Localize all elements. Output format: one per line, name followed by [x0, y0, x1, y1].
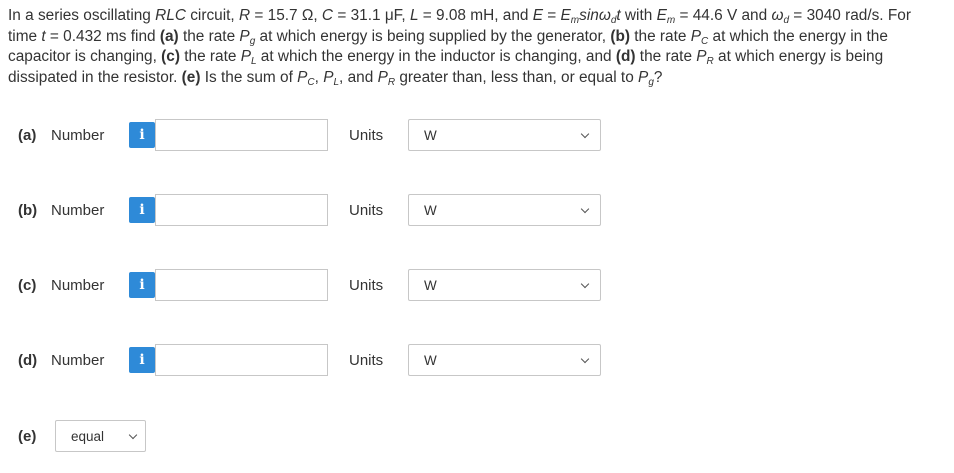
answer-input-a[interactable] [155, 119, 328, 151]
units-label: Units [349, 277, 384, 294]
units-select-a[interactable]: W [408, 119, 601, 151]
units-value: W [424, 353, 437, 368]
number-label: Number [51, 352, 105, 369]
units-label: Units [349, 202, 384, 219]
chevron-down-icon [580, 129, 590, 139]
info-icon[interactable]: i [129, 272, 155, 298]
part-label: (c) [18, 277, 37, 294]
number-label: Number [51, 127, 105, 144]
part-label: (d) [18, 352, 38, 369]
units-value: W [424, 203, 437, 218]
units-select-b[interactable]: W [408, 194, 601, 226]
units-value: W [424, 278, 437, 293]
answer-input-d[interactable] [155, 344, 328, 376]
units-label: Units [349, 127, 384, 144]
units-select-d[interactable]: W [408, 344, 601, 376]
chevron-down-icon [128, 430, 138, 440]
chevron-down-icon [580, 204, 590, 214]
info-icon[interactable]: i [129, 347, 155, 373]
comparison-select[interactable]: equal [55, 420, 146, 452]
part-label: (a) [18, 127, 37, 144]
info-icon[interactable]: i [129, 197, 155, 223]
units-value: W [424, 128, 437, 143]
units-label: Units [349, 352, 384, 369]
answer-input-c[interactable] [155, 269, 328, 301]
info-icon[interactable]: i [129, 122, 155, 148]
part-label: (b) [18, 202, 38, 219]
number-label: Number [51, 277, 105, 294]
chevron-down-icon [580, 354, 590, 364]
chevron-down-icon [580, 279, 590, 289]
units-select-c[interactable]: W [408, 269, 601, 301]
answer-input-b[interactable] [155, 194, 328, 226]
comparison-value: equal [71, 429, 105, 444]
number-label: Number [51, 202, 105, 219]
question-text: In a series oscillating RLC circuit, R =… [8, 7, 911, 88]
part-label: (e) [18, 428, 37, 445]
